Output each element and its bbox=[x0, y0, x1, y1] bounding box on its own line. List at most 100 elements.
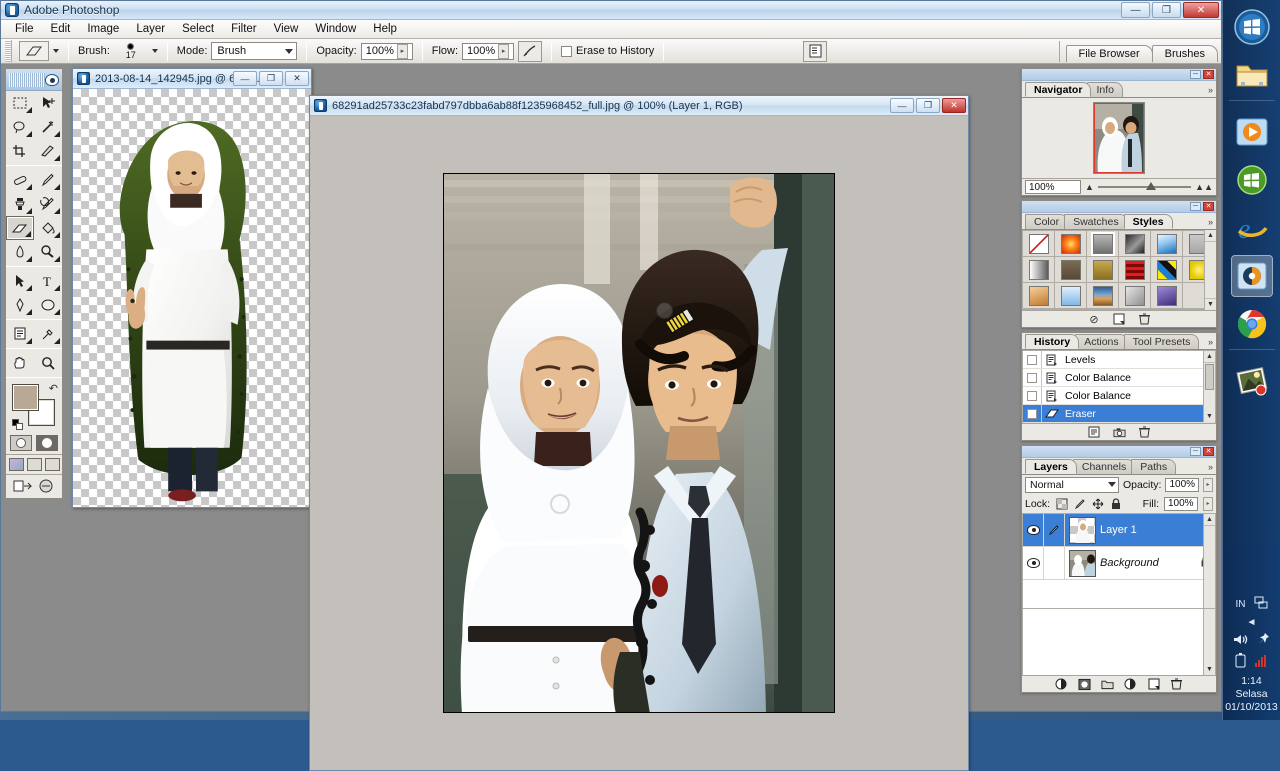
menu-view[interactable]: View bbox=[266, 21, 307, 37]
document-restore-button[interactable]: ❐ bbox=[916, 98, 940, 113]
document-restore-button[interactable]: ❐ bbox=[259, 71, 283, 86]
start-orb-icon[interactable] bbox=[1231, 6, 1273, 48]
layer-row[interactable]: Background bbox=[1023, 547, 1215, 580]
history-snapshot-toggle[interactable] bbox=[1023, 387, 1042, 404]
styles-scrollbar[interactable]: ▲ ▼ bbox=[1204, 230, 1216, 310]
background-document-window[interactable]: 2013-08-14_142945.jpg @ 66,7... — ❐ ✕ bbox=[72, 68, 312, 508]
tab-file-browser[interactable]: File Browser bbox=[1065, 45, 1153, 62]
tab-color[interactable]: Color bbox=[1025, 214, 1069, 229]
move-tool[interactable] bbox=[34, 91, 62, 115]
dodge-tool[interactable] bbox=[34, 240, 62, 264]
history-row[interactable]: Levels bbox=[1023, 351, 1215, 369]
minimize-button[interactable]: — bbox=[1121, 2, 1150, 18]
opacity-slider-arrow-icon[interactable]: ▸ bbox=[1203, 477, 1213, 492]
eraser-tool[interactable] bbox=[6, 216, 34, 240]
flow-input[interactable]: 100% ▸ bbox=[462, 42, 515, 60]
blend-mode-select[interactable]: Normal bbox=[1025, 476, 1119, 493]
default-colors-icon[interactable] bbox=[12, 419, 23, 430]
style-swatch-blue-glass[interactable] bbox=[1151, 231, 1183, 257]
delete-style-icon[interactable] bbox=[1138, 313, 1151, 326]
tab-brushes[interactable]: Brushes bbox=[1151, 45, 1218, 62]
lock-all-icon[interactable] bbox=[1109, 497, 1122, 510]
brush-chevron-down-icon[interactable] bbox=[151, 49, 158, 53]
history-snapshot-toggle[interactable] bbox=[1023, 351, 1042, 368]
navigator-thumbnail[interactable] bbox=[1093, 102, 1145, 174]
menu-layer[interactable]: Layer bbox=[128, 21, 173, 37]
history-snapshot-toggle[interactable] bbox=[1023, 405, 1042, 422]
style-swatch-sunset-photo[interactable] bbox=[1087, 283, 1119, 309]
layer-list-empty-area[interactable]: ▼ bbox=[1022, 609, 1216, 675]
layer-visibility-toggle[interactable] bbox=[1023, 547, 1044, 579]
adjustment-layer-icon[interactable] bbox=[1124, 678, 1137, 691]
layer-name[interactable]: Layer 1 bbox=[1100, 524, 1137, 536]
history-list[interactable]: Levels Color Balance Color Balance Erase… bbox=[1022, 350, 1216, 423]
ellipse-shape-tool[interactable] bbox=[34, 293, 62, 317]
document-canvas[interactable] bbox=[310, 116, 968, 770]
windows-media-player-icon[interactable] bbox=[1231, 111, 1273, 153]
palette-caption[interactable]: ─ ✕ bbox=[1022, 69, 1216, 81]
palette-minimize-button[interactable]: ─ bbox=[1190, 202, 1201, 211]
brush-tool[interactable] bbox=[34, 168, 62, 192]
style-swatch-texture-noise[interactable] bbox=[1119, 283, 1151, 309]
magic-wand-tool[interactable] bbox=[34, 115, 62, 139]
new-layer-icon[interactable] bbox=[1147, 678, 1160, 691]
menu-edit[interactable]: Edit bbox=[43, 21, 79, 37]
layers-scrollbar[interactable]: ▲ bbox=[1203, 514, 1215, 608]
palette-well-icon[interactable] bbox=[803, 40, 828, 62]
style-swatch-gold-stripe[interactable] bbox=[1087, 257, 1119, 283]
palette-close-button[interactable]: ✕ bbox=[1203, 202, 1214, 211]
tab-swatches[interactable]: Swatches bbox=[1064, 214, 1128, 229]
lock-image-icon[interactable] bbox=[1073, 497, 1086, 510]
palette-minimize-button[interactable]: ─ bbox=[1190, 447, 1201, 456]
fill-slider-arrow-icon[interactable]: ▸ bbox=[1203, 496, 1213, 511]
mode-select[interactable]: Brush bbox=[211, 42, 298, 60]
hand-tool[interactable] bbox=[6, 351, 34, 375]
signal-icon[interactable] bbox=[1254, 654, 1269, 670]
quick-mask-mode-icon[interactable] bbox=[36, 435, 58, 451]
tab-tool-presets[interactable]: Tool Presets bbox=[1123, 334, 1200, 349]
document-close-button[interactable]: ✕ bbox=[942, 98, 966, 113]
lock-transparency-icon[interactable] bbox=[1055, 497, 1068, 510]
scroll-down-icon[interactable]: ▼ bbox=[1204, 663, 1215, 675]
style-swatch-gray-bevel[interactable] bbox=[1087, 231, 1119, 257]
style-swatch-brown-matte[interactable] bbox=[1055, 257, 1087, 283]
active-document-window[interactable]: 68291ad25733c23fabd797dbba6ab88f12359684… bbox=[309, 95, 969, 771]
standard-screen-icon[interactable] bbox=[8, 458, 24, 471]
layer-list[interactable]: Layer 1 Background ▲ bbox=[1022, 513, 1216, 609]
show-hidden-icons-icon[interactable]: ◄ bbox=[1247, 617, 1257, 628]
layer-mask-icon[interactable] bbox=[1078, 678, 1091, 691]
clone-stamp-tool[interactable] bbox=[6, 192, 34, 216]
style-swatch-yellow-black-zigzag[interactable] bbox=[1151, 257, 1183, 283]
tab-history[interactable]: History bbox=[1025, 334, 1080, 349]
tab-actions[interactable]: Actions bbox=[1075, 334, 1128, 349]
opacity-input[interactable]: 100% bbox=[1165, 477, 1200, 492]
battery-icon[interactable] bbox=[1235, 653, 1246, 671]
scroll-up-icon[interactable]: ▲ bbox=[1204, 351, 1215, 363]
style-swatch-copper[interactable] bbox=[1023, 283, 1055, 309]
airbrush-icon[interactable] bbox=[518, 40, 543, 62]
jump-to-imageready-icon[interactable] bbox=[13, 479, 33, 494]
pen-tool[interactable] bbox=[6, 293, 34, 317]
healing-brush-tool[interactable] bbox=[6, 168, 34, 192]
google-chrome-icon[interactable] bbox=[1231, 303, 1273, 345]
maximize-button[interactable]: ❐ bbox=[1152, 2, 1181, 18]
brush-preset-preview[interactable]: 17 bbox=[114, 40, 148, 62]
navigator-thumbnail-area[interactable] bbox=[1022, 98, 1216, 178]
path-selection-tool[interactable] bbox=[6, 269, 34, 293]
swap-colors-icon[interactable]: ↶ bbox=[49, 382, 58, 395]
brush-icon[interactable] bbox=[1044, 514, 1065, 546]
flow-slider-arrow-icon[interactable]: ▸ bbox=[498, 43, 510, 59]
zoom-in-icon[interactable]: ▲▲ bbox=[1195, 182, 1213, 192]
document-canvas[interactable] bbox=[73, 89, 311, 507]
layer-thumbnail[interactable] bbox=[1069, 549, 1096, 577]
opacity-input[interactable]: 100% ▸ bbox=[360, 42, 413, 60]
menu-help[interactable]: Help bbox=[365, 21, 405, 37]
style-swatch-steel[interactable] bbox=[1023, 257, 1055, 283]
scroll-down-icon[interactable]: ▼ bbox=[1204, 410, 1215, 422]
toolbox-grip[interactable] bbox=[9, 72, 45, 87]
network-icon[interactable] bbox=[1254, 596, 1268, 613]
history-scrollbar[interactable]: ▲ ▼ bbox=[1203, 351, 1215, 422]
menu-filter[interactable]: Filter bbox=[223, 21, 265, 37]
opacity-slider-arrow-icon[interactable]: ▸ bbox=[396, 43, 408, 59]
zoom-tool[interactable] bbox=[34, 351, 62, 375]
